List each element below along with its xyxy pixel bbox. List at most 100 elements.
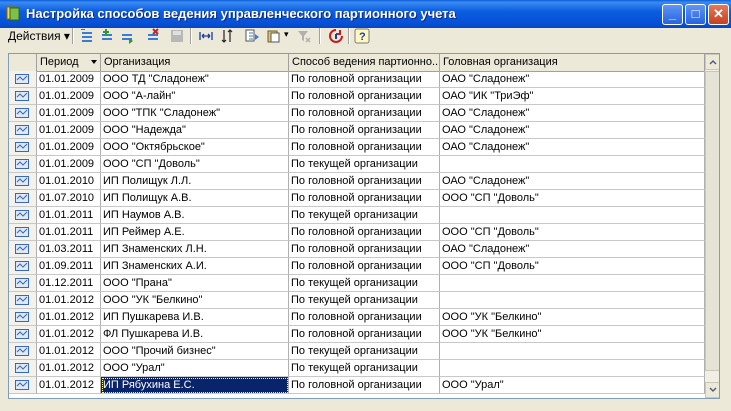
cell-period[interactable]: 01.01.2012 (37, 292, 101, 309)
table-row[interactable]: 01.01.2012 ООО "Прочий бизнес" По текущей … (9, 343, 705, 360)
cell-period[interactable]: 01.01.2009 (37, 71, 101, 88)
cell-period[interactable]: 01.01.2009 (37, 122, 101, 139)
cell-period[interactable]: 01.09.2011 (37, 258, 101, 275)
sort-icon[interactable] (220, 28, 236, 44)
cell-org[interactable]: ООО ТД "Сладонеж" (101, 71, 289, 88)
cell-method[interactable]: По головной организации (289, 122, 440, 139)
cell-org[interactable]: ИП Полищук А.В. (101, 190, 289, 207)
table-row[interactable]: 01.01.2012 ИП Пушкарева И.В. По головной о… (9, 309, 705, 326)
cell-method[interactable]: По текущей организации (289, 156, 440, 173)
cell-period[interactable]: 01.07.2010 (37, 190, 101, 207)
table-row[interactable]: 01.01.2012 ИП Рябухина Е.С. По головной ор… (9, 377, 705, 394)
cell-method[interactable]: По текущей организации (289, 207, 440, 224)
cell-org[interactable]: ИП Полищук Л.Л. (101, 173, 289, 190)
settings-table[interactable]: Период Организация Способ ведения партио… (8, 53, 720, 399)
cell-head[interactable]: ОАО "Сладонеж" (440, 71, 705, 88)
table-row[interactable]: 01.01.2009 ООО "СП "Доволь" По текущей орг… (9, 156, 705, 173)
table-row[interactable]: 01.03.2011 ИП Знаменских Л.Н. По головной … (9, 241, 705, 258)
cell-head[interactable]: ОАО "Сладонеж" (440, 139, 705, 156)
clipboard-dropdown-icon[interactable] (266, 28, 282, 44)
cell-org[interactable]: ИП Знаменских А.И. (101, 258, 289, 275)
scroll-up-button[interactable] (705, 54, 719, 70)
table-row[interactable]: 01.09.2011 ИП Знаменских А.И. По головной … (9, 258, 705, 275)
cell-org[interactable]: ИП Реймер А.Е. (101, 224, 289, 241)
cell-method[interactable]: По головной организации (289, 241, 440, 258)
table-row[interactable]: 01.07.2010 ИП Полищук А.В. По головной орг… (9, 190, 705, 207)
chevron-down-icon[interactable]: ▾ (284, 29, 289, 40)
cell-method[interactable]: По головной организации (289, 309, 440, 326)
table-row[interactable]: 01.01.2011 ИП Наумов А.В. По текущей орган… (9, 207, 705, 224)
cell-head[interactable] (440, 275, 705, 292)
cell-org[interactable]: ООО "УК "Белкино" (101, 292, 289, 309)
cell-org[interactable]: ИП Рябухина Е.С. (101, 377, 289, 394)
cell-org[interactable]: ООО "Урал" (101, 360, 289, 377)
cell-method[interactable]: По текущей организации (289, 360, 440, 377)
cell-method[interactable]: По головной организации (289, 105, 440, 122)
cell-period[interactable]: 01.01.2009 (37, 156, 101, 173)
help-icon[interactable]: ? (354, 28, 370, 44)
refresh-range-icon[interactable] (198, 28, 214, 44)
cell-method[interactable]: По головной организации (289, 139, 440, 156)
cell-org[interactable]: ИП Пушкарева И.В. (101, 309, 289, 326)
cell-method[interactable]: По текущей организации (289, 343, 440, 360)
cell-period[interactable]: 01.01.2012 (37, 360, 101, 377)
cell-method[interactable]: По головной организации (289, 190, 440, 207)
cell-period[interactable]: 01.01.2009 (37, 105, 101, 122)
cell-head[interactable]: ООО "СП "Доволь" (440, 190, 705, 207)
column-header-head-organization[interactable]: Головная организация (440, 54, 705, 71)
actions-menu[interactable]: Действия ▾ (8, 29, 70, 43)
cell-head[interactable] (440, 156, 705, 173)
add-group-icon[interactable] (119, 28, 135, 44)
table-row[interactable]: 01.01.2009 ООО "Надежда" По головной орган… (9, 122, 705, 139)
maximize-button[interactable]: □ (685, 4, 706, 25)
cell-period[interactable]: 01.01.2012 (37, 309, 101, 326)
table-row[interactable]: 01.01.2012 ООО "УК "Белкино" По текущей ор… (9, 292, 705, 309)
minimize-button[interactable]: _ (662, 4, 683, 25)
filter-off-icon[interactable] (296, 28, 312, 44)
cell-org[interactable]: ООО "Прана" (101, 275, 289, 292)
cell-head[interactable] (440, 360, 705, 377)
cell-org[interactable]: ООО "ТПК "Сладонеж" (101, 105, 289, 122)
table-row[interactable]: 01.01.2012 ФЛ Пушкарева И.В. По головной о… (9, 326, 705, 343)
title-bar[interactable]: Настройка способов ведения управленческо… (0, 0, 731, 28)
cell-method[interactable]: По головной организации (289, 258, 440, 275)
cell-period[interactable]: 01.03.2011 (37, 241, 101, 258)
cell-method[interactable]: По головной организации (289, 88, 440, 105)
cell-org[interactable]: ООО "Надежда" (101, 122, 289, 139)
cell-period[interactable]: 01.01.2011 (37, 207, 101, 224)
scroll-thumb[interactable] (705, 71, 719, 371)
column-header-organization[interactable]: Организация (101, 54, 289, 71)
cell-head[interactable] (440, 292, 705, 309)
table-row[interactable]: 01.12.2011 ООО "Прана" По текущей организа… (9, 275, 705, 292)
cell-period[interactable]: 01.01.2011 (37, 224, 101, 241)
cell-period[interactable]: 01.01.2012 (37, 377, 101, 394)
cell-head[interactable] (440, 343, 705, 360)
table-row[interactable]: 01.01.2010 ИП Полищук Л.Л. По головной орг… (9, 173, 705, 190)
column-header-period[interactable]: Период (37, 54, 101, 71)
add-copy-icon[interactable] (99, 28, 115, 44)
cell-head[interactable]: ОАО "Сладонеж" (440, 122, 705, 139)
save-icon[interactable] (169, 28, 185, 44)
cell-org[interactable]: ООО "СП "Доволь" (101, 156, 289, 173)
scroll-down-button[interactable] (705, 382, 719, 398)
cell-method[interactable]: По головной организации (289, 224, 440, 241)
cell-head[interactable]: ОАО "ИК "ТриЭф" (440, 88, 705, 105)
cell-head[interactable]: ОАО "Сладонеж" (440, 173, 705, 190)
cell-head[interactable]: ООО "Урал" (440, 377, 705, 394)
table-row[interactable]: 01.01.2009 ООО ТД "Сладонеж" По головной о… (9, 71, 705, 88)
cell-method[interactable]: По головной организации (289, 173, 440, 190)
cell-period[interactable]: 01.01.2009 (37, 139, 101, 156)
cell-head[interactable]: ООО "УК "Белкино" (440, 326, 705, 343)
cell-head[interactable]: ООО "СП "Доволь" (440, 224, 705, 241)
cell-org[interactable]: ООО "Октябрьское" (101, 139, 289, 156)
table-row[interactable]: 01.01.2011 ИП Реймер А.Е. По головной орга… (9, 224, 705, 241)
cell-period[interactable]: 01.01.2012 (37, 343, 101, 360)
delete-icon[interactable] (145, 28, 161, 44)
cell-org[interactable]: ООО "Прочий бизнес" (101, 343, 289, 360)
cell-period[interactable]: 01.01.2009 (37, 88, 101, 105)
table-row[interactable]: 01.01.2009 ООО "А-лайн" По головной органи… (9, 88, 705, 105)
cell-org[interactable]: ИП Наумов А.В. (101, 207, 289, 224)
cell-method[interactable]: По головной организации (289, 71, 440, 88)
cell-method[interactable]: По текущей организации (289, 292, 440, 309)
cell-head[interactable]: ОАО "Сладонеж" (440, 105, 705, 122)
